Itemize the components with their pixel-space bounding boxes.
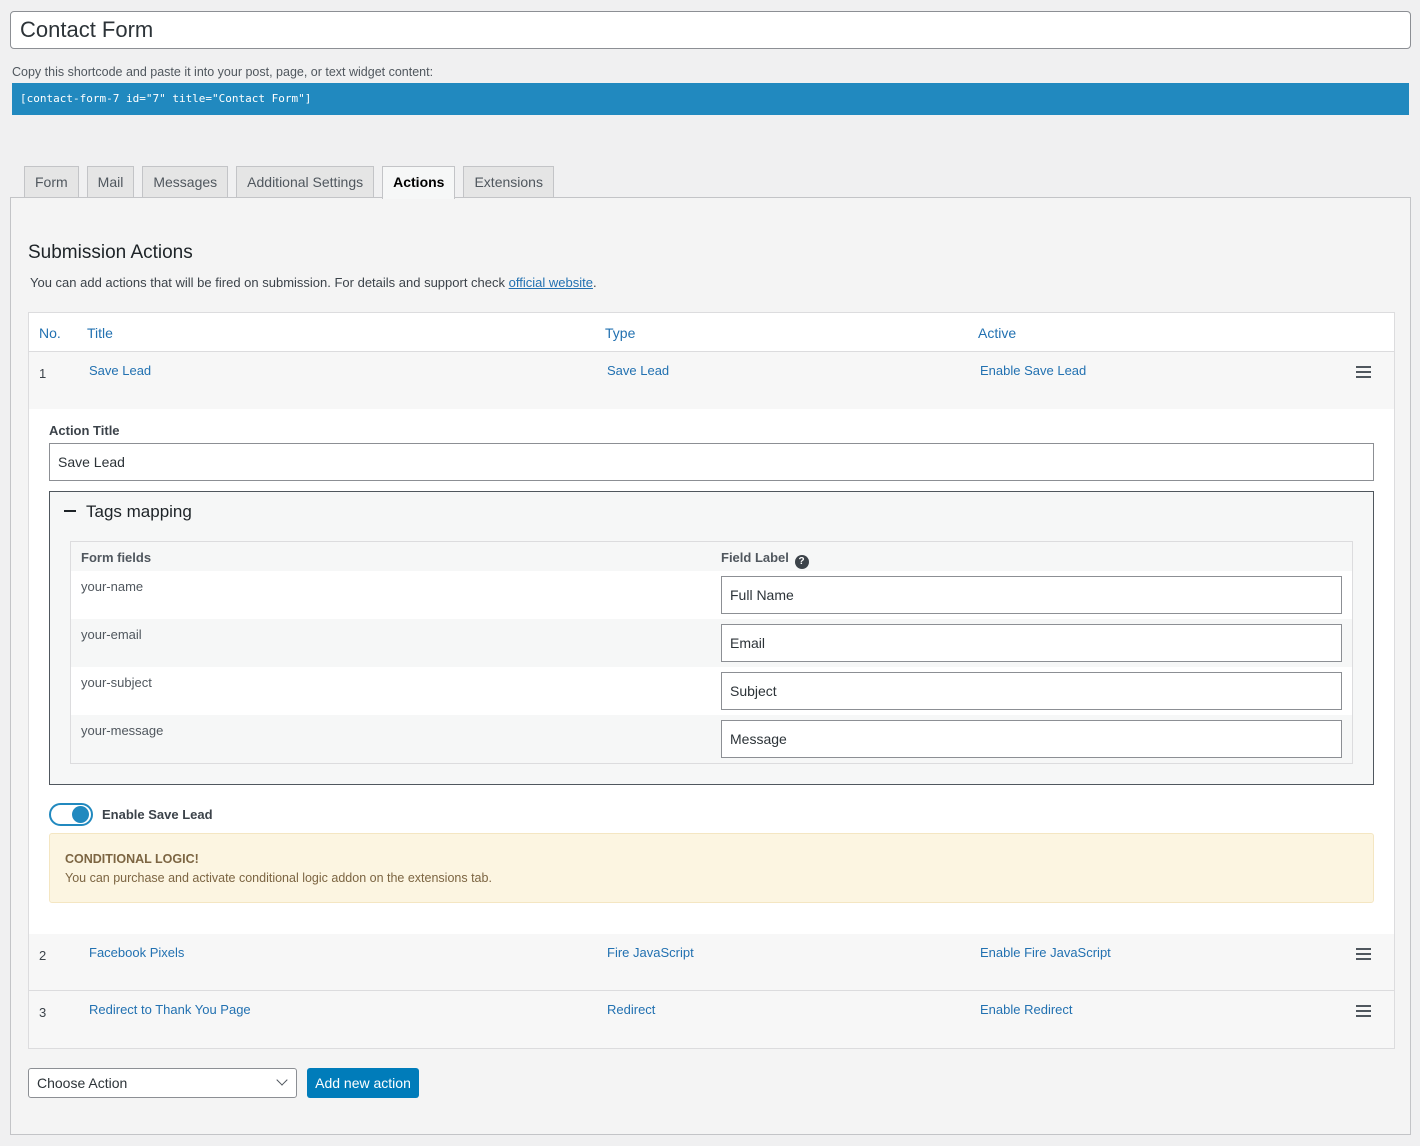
header-form-fields: Form fields	[81, 550, 152, 565]
row-active: Enable Save Lead	[980, 363, 1087, 378]
tags-mapping-toggle[interactable]: Tags mapping	[64, 502, 192, 522]
add-new-action-button[interactable]: Add new action	[307, 1068, 419, 1098]
notice-title: CONDITIONAL LOGIC!	[65, 852, 199, 866]
hamburger-icon[interactable]	[1356, 366, 1371, 378]
tab-extensions[interactable]: Extensions	[463, 166, 554, 198]
actions-panel: Submission Actions You can add actions t…	[10, 197, 1411, 1135]
mapping-row: your-email Email	[71, 619, 1352, 667]
field-label-input[interactable]: Subject	[721, 672, 1342, 710]
mapping-rows: your-name Full Name your-email Email you…	[71, 571, 1352, 763]
enable-toggle-label: Enable Save Lead	[102, 807, 213, 822]
header-field-label: Field Label ?	[721, 550, 809, 569]
row-active: Enable Fire JavaScript	[980, 945, 1111, 960]
row-title[interactable]: Redirect to Thank You Page	[89, 1002, 251, 1017]
choose-action-select[interactable]: Choose Action	[28, 1068, 297, 1098]
row-type: Redirect	[607, 1002, 656, 1017]
hamburger-icon[interactable]	[1356, 1005, 1371, 1017]
action-title-input[interactable]: Save Lead	[49, 443, 1374, 481]
tags-mapping-box: Tags mapping Form fields Field Label ? y…	[49, 491, 1374, 785]
official-website-link[interactable]: official website	[509, 275, 593, 290]
toggle-knob	[72, 806, 89, 823]
tab-additional-settings[interactable]: Additional Settings	[236, 166, 375, 198]
tab-bar: Form Mail Messages Additional Settings A…	[24, 166, 562, 199]
header-active: Active	[978, 325, 1017, 341]
row-number: 3	[39, 1005, 47, 1020]
header-title: Title	[87, 325, 113, 341]
tags-mapping-heading: Tags mapping	[86, 502, 192, 521]
hamburger-icon[interactable]	[1356, 948, 1371, 960]
mapping-row: your-message Message	[71, 715, 1352, 763]
tab-messages[interactable]: Messages	[142, 166, 229, 198]
header-no: No.	[39, 325, 61, 341]
description-suffix: .	[592, 275, 597, 290]
field-label-input[interactable]: Message	[721, 720, 1342, 758]
notice-text: You can purchase and activate conditiona…	[65, 871, 492, 885]
action-title-label: Action Title	[49, 423, 120, 438]
shortcode-box[interactable]: [contact-form-7 id="7" title="Contact Fo…	[12, 83, 1409, 115]
table-header: No. Title Type Active	[29, 313, 1394, 352]
row-number: 1	[39, 366, 47, 381]
row-type: Save Lead	[607, 363, 670, 378]
tab-actions[interactable]: Actions	[382, 166, 456, 199]
header-type: Type	[605, 325, 636, 341]
table-row[interactable]: 1 Save Lead Save Lead Enable Save Lead	[29, 352, 1394, 409]
tab-mail[interactable]: Mail	[86, 166, 135, 198]
field-label-input[interactable]: Full Name	[721, 576, 1342, 614]
select-value: Choose Action	[37, 1075, 128, 1091]
table-row[interactable]: 3 Redirect to Thank You Page Redirect En…	[29, 991, 1394, 1048]
section-title: Submission Actions	[28, 242, 193, 263]
enable-toggle[interactable]	[49, 803, 93, 826]
chevron-down-icon	[276, 1074, 288, 1086]
row-active: Enable Redirect	[980, 1002, 1073, 1017]
section-description: You can add actions that will be fired o…	[30, 275, 597, 290]
mapping-header: Form fields Field Label ?	[71, 542, 1352, 571]
tags-mapping-table: Form fields Field Label ? your-name Full…	[70, 541, 1353, 764]
table-row[interactable]: 2 Facebook Pixels Fire JavaScript Enable…	[29, 934, 1394, 991]
action-editor: Action Title Save Lead Tags mapping Form…	[29, 409, 1394, 934]
mapping-row: your-name Full Name	[71, 571, 1352, 619]
tab-form[interactable]: Form	[24, 166, 79, 198]
row-number: 2	[39, 948, 47, 963]
form-field-name: your-message	[81, 723, 164, 738]
row-title[interactable]: Save Lead	[89, 363, 151, 378]
field-label-input[interactable]: Email	[721, 624, 1342, 662]
conditional-logic-notice: CONDITIONAL LOGIC! You can purchase and …	[49, 833, 1374, 903]
form-field-name: your-email	[81, 627, 142, 642]
form-field-name: your-name	[81, 579, 144, 594]
shortcode-hint: Copy this shortcode and paste it into yo…	[12, 65, 434, 79]
form-title-input[interactable]: Contact Form	[10, 11, 1411, 49]
row-title[interactable]: Facebook Pixels	[89, 945, 184, 960]
row-type: Fire JavaScript	[607, 945, 694, 960]
collapse-minus-icon	[64, 509, 76, 512]
field-label-text: Field Label	[721, 550, 789, 565]
form-field-name: your-subject	[81, 675, 152, 690]
actions-table: No. Title Type Active 1 Save Lead Save L…	[28, 312, 1395, 1049]
mapping-row: your-subject Subject	[71, 667, 1352, 715]
description-text: You can add actions that will be fired o…	[30, 275, 509, 290]
help-icon[interactable]: ?	[794, 555, 809, 569]
